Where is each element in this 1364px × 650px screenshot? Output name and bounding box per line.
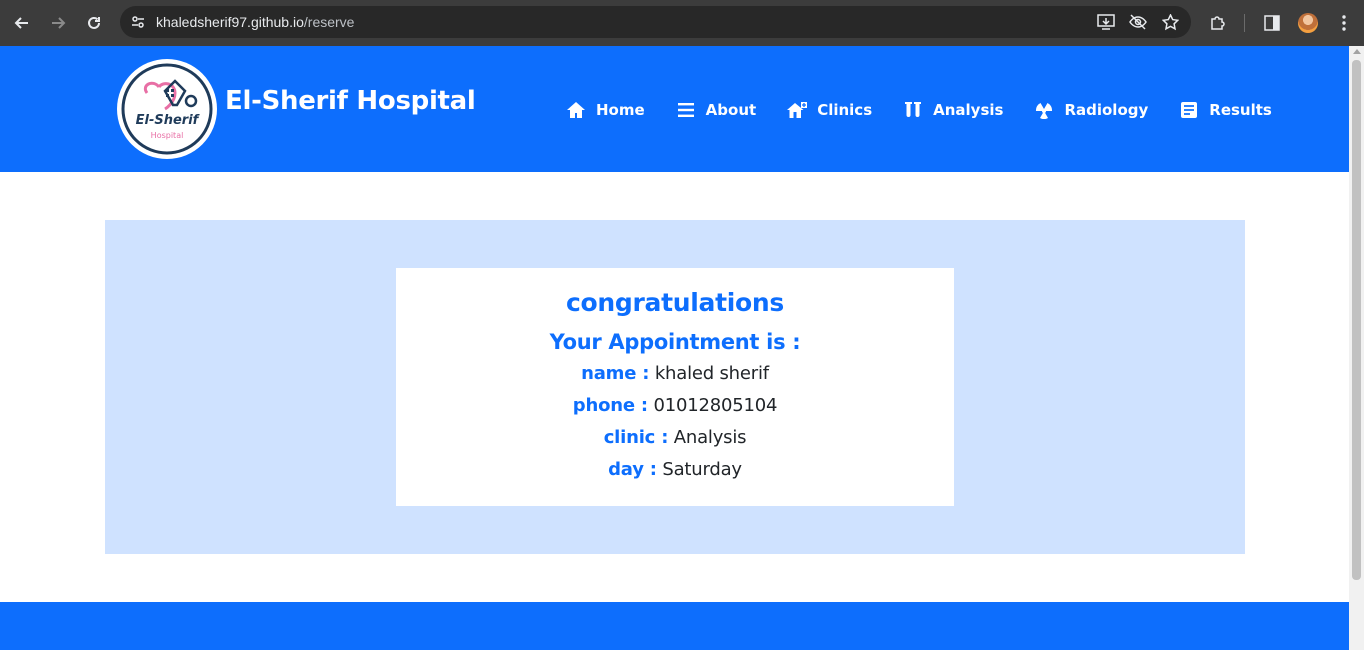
nav-item-results[interactable]: Results <box>1178 100 1272 120</box>
phone-label: phone : <box>572 395 648 416</box>
nav-label-radiology: Radiology <box>1064 101 1149 119</box>
url-path: /reserve <box>303 14 355 30</box>
congratulations-heading: congratulations <box>566 288 784 317</box>
clinic-value: Analysis <box>673 427 747 448</box>
nav-label-clinics: Clinics <box>817 101 873 119</box>
url-host: khaledsherif97.github.io <box>156 14 304 30</box>
nav-item-analysis[interactable]: Analysis <box>902 100 1003 120</box>
menu-button[interactable] <box>1329 0 1359 46</box>
day-label: day : <box>608 459 657 480</box>
back-arrow-icon <box>14 17 28 29</box>
reload-button[interactable] <box>76 0 112 46</box>
appointment-name-row: name : khaled sherif <box>396 358 954 390</box>
hospital-logo[interactable]: El-Sherif Hospital <box>117 59 217 159</box>
appointment-clinic-row: clinic : Analysis <box>396 422 954 454</box>
forward-arrow-icon <box>52 17 66 29</box>
extensions-button[interactable] <box>1203 0 1233 46</box>
reload-icon <box>88 16 100 29</box>
name-label: name : <box>581 363 650 384</box>
nav-label-analysis: Analysis <box>933 101 1004 119</box>
nav-item-clinics[interactable]: Clinics <box>786 100 872 120</box>
toolbar-separator <box>1244 14 1245 32</box>
kebab-menu-icon <box>1342 15 1346 31</box>
appointment-card: congratulations Your Appointment is : na… <box>396 268 954 506</box>
phone-value: 01012805104 <box>653 395 778 416</box>
nav-item-radiology[interactable]: Radiology <box>1033 100 1148 120</box>
url-text: khaledsherif97.github.io/reserve <box>156 14 354 30</box>
site-header: El-Sherif Hospital El-Sherif Hospital Ho… <box>0 46 1349 172</box>
site-footer <box>0 602 1349 650</box>
clinic-label: clinic : <box>603 427 669 448</box>
puzzle-icon <box>1211 16 1225 30</box>
eye-off-icon[interactable] <box>1127 11 1149 33</box>
nav-label-results: Results <box>1209 101 1272 119</box>
page: El-Sherif Hospital El-Sherif Hospital Ho… <box>0 46 1349 650</box>
appointment-section: congratulations Your Appointment is : na… <box>105 220 1245 554</box>
nav-label-about: About <box>705 101 757 119</box>
file-icon <box>1178 100 1200 120</box>
name-value: khaled sherif <box>654 363 769 384</box>
site-settings-icon[interactable] <box>120 6 156 38</box>
radiation-icon <box>1033 100 1055 120</box>
side-panel-icon <box>1264 15 1280 31</box>
forward-button[interactable] <box>40 0 76 46</box>
appointment-phone-row: phone : 01012805104 <box>396 390 954 422</box>
install-app-icon[interactable] <box>1095 11 1117 33</box>
day-value: Saturday <box>662 459 742 480</box>
main-nav: Home About Clinics Analysis Radiology Re… <box>565 98 1302 122</box>
logo-title: El-Sherif <box>136 113 201 128</box>
browser-toolbar: khaledsherif97.github.io/reserve <box>0 0 1364 46</box>
scroll-up-arrow-icon[interactable] <box>1353 49 1361 54</box>
scrollbar-thumb[interactable] <box>1352 60 1361 580</box>
appointment-day-row: day : Saturday <box>396 454 954 486</box>
nav-label-home: Home <box>596 101 645 119</box>
test-tubes-icon <box>902 100 924 120</box>
appointment-subheading: Your Appointment is : <box>549 330 801 354</box>
brand-name[interactable]: El-Sherif Hospital <box>225 86 476 116</box>
profile-button[interactable] <box>1293 0 1323 46</box>
bookmark-star-icon[interactable] <box>1159 11 1181 33</box>
nav-item-about[interactable]: About <box>675 100 757 120</box>
back-button[interactable] <box>4 0 40 46</box>
avatar <box>1298 13 1318 33</box>
address-bar[interactable]: khaledsherif97.github.io/reserve <box>120 6 1191 38</box>
clinic-icon <box>786 100 808 120</box>
home-icon <box>565 100 587 120</box>
bars-icon <box>675 100 697 120</box>
logo-subtitle: Hospital <box>151 131 184 140</box>
side-panel-button[interactable] <box>1257 0 1287 46</box>
nav-item-home[interactable]: Home <box>565 100 645 120</box>
page-scrollbar[interactable] <box>1349 46 1364 650</box>
